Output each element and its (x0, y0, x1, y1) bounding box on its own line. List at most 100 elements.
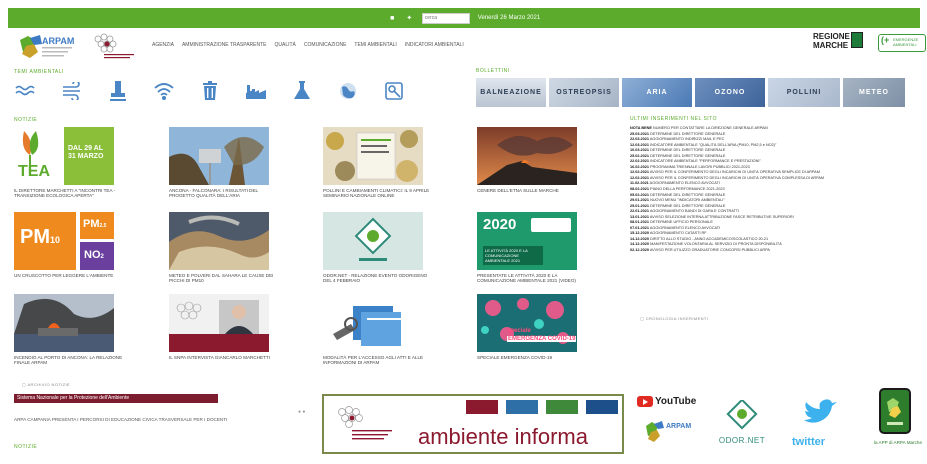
news-caption[interactable]: ODOR.NET - RELAZIONE EVENTO ODORIGENO DE… (323, 273, 435, 284)
news-item[interactable]: MODALITÀ PER L'ACCESSO AGLI ATTI E ALLE … (323, 294, 435, 366)
earth-icon[interactable] (336, 78, 360, 104)
news-caption[interactable]: MODALITÀ PER L'ACCESSO AGLI ATTI E ALLE … (323, 355, 435, 366)
news-item[interactable]: PM10 PM2.5 NO2 UN CRUSCOTTO PER LEGGERE … (14, 212, 126, 278)
news-caption[interactable]: ANCONA - FALCONARA: I RISULTATI DEL PROG… (169, 188, 281, 199)
news-thumbnail[interactable]: PM10 PM2.5 NO2 (14, 212, 114, 270)
news-thumbnail[interactable] (169, 127, 269, 185)
news-thumbnail[interactable] (323, 212, 423, 270)
news-item[interactable]: IL SNPA INTERVISTA GIANCARLO MARCHETTI (169, 294, 281, 360)
inserimento-title: PIANO DELLA PERFORMANCE 2021-2023 (650, 187, 725, 192)
news-caption[interactable]: POLLINI E CAMBIAMENTI CLIMATICI: IL 9 AP… (323, 188, 435, 199)
inserimento-title: MANIFESTAZIONE VOLONTARIA AL SERVIZIO DI… (650, 242, 782, 247)
cronologia-inserimenti-label: CRONOLOGIA INSERIMENTI (645, 316, 709, 321)
bollettino-meteo[interactable]: METEO (843, 78, 905, 107)
archivio-notizie-link[interactable]: ▢ ARCHIVIO NOTIZIE (22, 382, 70, 387)
news-item[interactable]: speciale EMERGENZA COVID-19 SPECIALE EME… (477, 294, 589, 360)
nav-amministrazione-trasparente[interactable]: AMMINISTRAZIONE TRASPARENTE (182, 42, 267, 48)
emergenze-ambientali-logo[interactable]: EMERGENZE AMBIENTALI (878, 34, 926, 52)
news-caption[interactable]: IL SNPA INTERVISTA GIANCARLO MARCHETTI (169, 355, 281, 360)
snpa-banner[interactable]: Sistema Nazionale per la Protezione dell… (14, 394, 218, 403)
pm10-tile: PM10 (14, 212, 76, 270)
twitter-icon[interactable]: ✦ (405, 14, 414, 23)
odornet-label: ODOR.NET (718, 436, 766, 445)
snpa-news-text[interactable]: ARPA CAMPANIA PRESENTA I PERCORSI DI EDU… (14, 417, 227, 422)
waves-icon[interactable] (14, 78, 38, 104)
current-date: Venerdì 26 Marzo 2021 (477, 15, 541, 21)
covid-emergenza-label: EMERGENZA COVID-19 (507, 336, 577, 342)
news-caption[interactable]: METEO E POLVERI DAL SAHARA LE CAUSE DEI … (169, 273, 281, 284)
news-item[interactable]: METEO E POLVERI DAL SAHARA LE CAUSE DEI … (169, 212, 281, 284)
cronologia-inserimenti-link[interactable]: ▢ CRONOLOGIA INSERIMENTI (640, 316, 708, 321)
facebook-icon[interactable]: ■ (388, 14, 397, 23)
search-input[interactable] (421, 12, 470, 24)
trash-icon[interactable] (198, 78, 222, 104)
inserimento-title: DETERMINE DEL DIRETTORE GENERALE (650, 192, 726, 197)
pipe-icon[interactable] (106, 78, 130, 104)
news-item[interactable]: CENERE DELL'ETNA SULLE MARCHE (477, 127, 589, 193)
odornet-logo[interactable]: ODOR.NET (712, 398, 772, 452)
flask-icon[interactable] (290, 78, 314, 104)
twitter-link[interactable]: twitter (790, 398, 848, 452)
no2-label: NO (84, 249, 101, 261)
news-thumbnail[interactable] (477, 127, 577, 185)
emergenze-line-2: AMBIENTALI (893, 42, 917, 47)
inserimento-date: 08.02.2021 (630, 187, 650, 192)
inserimento-date: 16.02.2021 (630, 164, 650, 169)
news-thumbnail[interactable] (169, 212, 269, 270)
nav-indicatori-ambientali[interactable]: INDICATORI AMBIENTALI (405, 42, 464, 48)
news-caption[interactable]: SPECIALE EMERGENZA COVID-19 (477, 355, 589, 360)
ambiente-informa-banner[interactable]: ambiente informa (322, 394, 624, 454)
news-thumbnail[interactable]: 2020 LE ATTIVITÀ 2020 E LA COMUNICAZIONE… (477, 212, 577, 270)
snpa-logo[interactable] (90, 32, 138, 62)
arpam-app-link[interactable]: la APP di ARPA Marche (870, 388, 922, 454)
ultimi-inserimento-item[interactable]: 02.12.2020 AVVISO PER UTILIZZO GRADUATOR… (630, 248, 870, 254)
news-thumbnail[interactable] (14, 294, 114, 352)
inserimento-date: 14.12.2020 (630, 236, 650, 241)
inserimento-date: 29.01.2021 (630, 198, 650, 203)
news-item[interactable]: ODOR.NET - RELAZIONE EVENTO ODORIGENO DE… (323, 212, 435, 284)
news-thumbnail[interactable]: speciale EMERGENZA COVID-19 (477, 294, 577, 352)
news-caption[interactable]: PRESENTATE LE ATTIVITÀ 2020 E LA COMUNIC… (477, 273, 589, 284)
news-item[interactable]: POLLINI E CAMBIAMENTI CLIMATICI: IL 9 AP… (323, 127, 435, 199)
nav-agenzia[interactable]: AGENZIA (152, 42, 174, 48)
news-thumbnail[interactable] (323, 294, 423, 352)
main-nav: AGENZIA AMMINISTRAZIONE TRASPARENTE QUAL… (152, 42, 464, 48)
bollettino-pollini[interactable]: POLLINI (768, 78, 840, 107)
news-caption[interactable]: CENERE DELL'ETNA SULLE MARCHE (477, 188, 589, 193)
regione-marche-logo[interactable]: REGIONE MARCHE (813, 32, 863, 50)
inserimento-date: NOTA BENE (630, 126, 652, 130)
arpam-footer-logo[interactable]: ARPAM (642, 414, 694, 450)
site-header: ARPAM AGENZIA AMMINISTRAZIONE TRASPARENT… (8, 30, 926, 66)
bollettino-balneazione[interactable]: BALNEAZIONE (476, 78, 546, 107)
youtube-label: YouTube (655, 396, 697, 407)
news-caption[interactable]: UN CRUSCOTTO PER LEGGERE L'AMBIENTE (14, 273, 126, 278)
bollettino-aria[interactable]: ARIA (622, 78, 692, 107)
phone-icon (879, 388, 911, 434)
soil-icon[interactable] (382, 78, 406, 104)
news-thumbnail[interactable] (323, 127, 423, 185)
bollettino-ozono[interactable]: OZONO (695, 78, 765, 107)
youtube-link[interactable]: YouTube (637, 396, 696, 407)
nav-comunicazione[interactable]: COMUNICAZIONE (304, 42, 347, 48)
factory-icon[interactable] (244, 78, 268, 104)
news-item[interactable]: ANCONA - FALCONARA: I RISULTATI DEL PROG… (169, 127, 281, 199)
wifi-signal-icon[interactable] (152, 78, 176, 104)
news-thumbnail[interactable] (169, 294, 269, 352)
app-label: la APP di ARPA Marche (873, 440, 923, 445)
news-item[interactable]: 2020 LE ATTIVITÀ 2020 E LA COMUNICAZIONE… (477, 212, 589, 284)
news-item[interactable]: TEA DAL 29 AL 31 MARZO IL DIRETTORE MARC… (14, 127, 126, 199)
inserimento-date: 25.03.2021 (630, 131, 650, 136)
bollettino-ostreopsis[interactable]: OSTREOPSIS (549, 78, 619, 107)
carousel-dots[interactable]: ● ● (298, 409, 305, 415)
news-caption[interactable]: INCENDIO AL PORTO DI ANCONA: LA RELAZION… (14, 355, 126, 366)
regione-shield-icon (851, 32, 863, 48)
news-caption[interactable]: IL DIRETTORE MARCHETTI A "INCONTRI TEA -… (14, 188, 126, 199)
inserimento-title: DETERMINE UFFICIO PERSONALE (650, 220, 713, 225)
nav-qualita[interactable]: QUALITÀ (275, 42, 296, 48)
arpam-logo[interactable]: ARPAM (14, 32, 78, 62)
nav-temi-ambientali[interactable]: TEMI AMBIENTALI (354, 42, 396, 48)
news-thumbnail[interactable]: TEA DAL 29 AL 31 MARZO (14, 127, 114, 185)
wind-icon[interactable] (60, 78, 84, 104)
snpa-banner-logo (338, 406, 392, 440)
news-item[interactable]: INCENDIO AL PORTO DI ANCONA: LA RELAZION… (14, 294, 126, 366)
